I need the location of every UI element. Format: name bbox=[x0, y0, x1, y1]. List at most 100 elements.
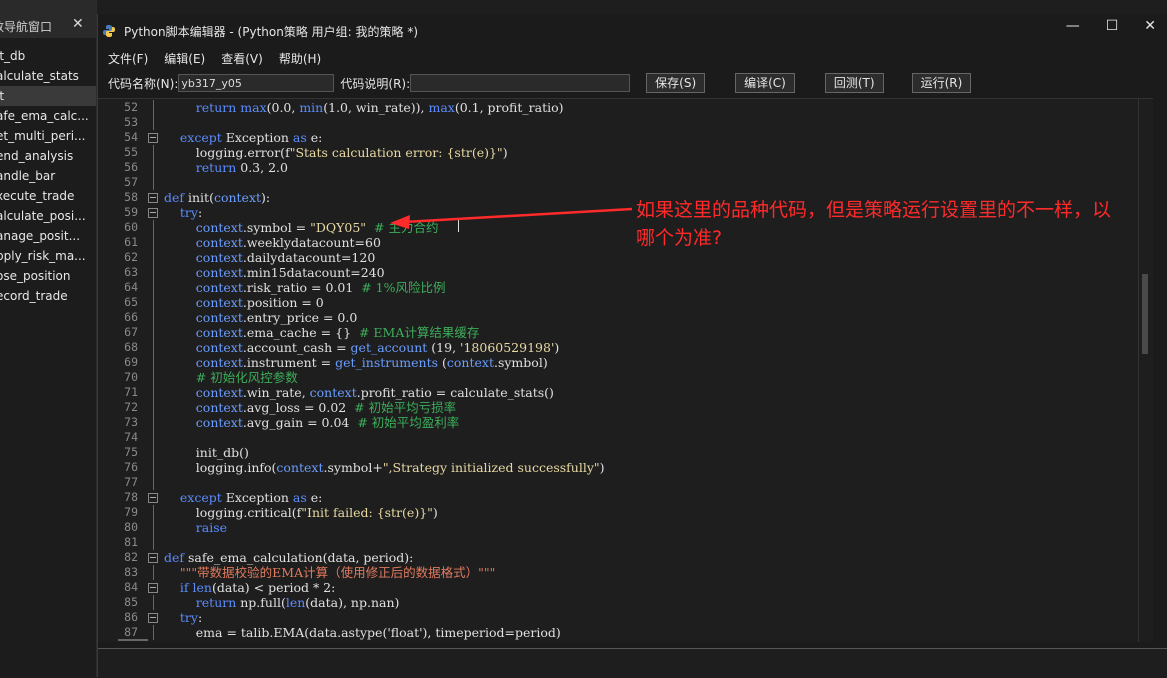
code-desc-label: 代码说明(R): bbox=[340, 76, 411, 91]
code-text: context.symbol = "DQY05" # 主力合约 bbox=[195, 220, 439, 235]
scrollbar-thumb[interactable] bbox=[1142, 274, 1148, 354]
menu-help[interactable]: 帮助(H) bbox=[279, 50, 321, 67]
code-text: if len(data) < period * 2: bbox=[179, 580, 336, 595]
fold-guide bbox=[153, 235, 154, 250]
code-name-label: 代码名称(N): bbox=[108, 76, 179, 91]
code-line[interactable]: 70 # 初始化风控参数 bbox=[98, 370, 1138, 385]
code-line[interactable]: 56 return 0.3, 2.0 bbox=[98, 160, 1138, 175]
function-list-item[interactable]: pply_risk_ma... bbox=[0, 246, 96, 266]
code-text: return 0.3, 2.0 bbox=[195, 160, 288, 175]
line-number: 54 bbox=[124, 130, 138, 144]
code-line[interactable]: 82 def safe_ema_calculation(data, period)… bbox=[98, 550, 1138, 565]
function-list-item[interactable]: xecute_trade bbox=[0, 186, 96, 206]
line-number: 56 bbox=[124, 160, 138, 174]
code-line[interactable]: 67 context.ema_cache = {} # EMA计算结果缓存 bbox=[98, 325, 1138, 340]
menu-file[interactable]: 文件(F) bbox=[108, 50, 148, 67]
function-list-item[interactable]: it bbox=[0, 86, 96, 106]
code-line[interactable]: 71 context.win_rate, context.profit_rati… bbox=[98, 385, 1138, 400]
function-list-item[interactable]: anage_posit... bbox=[0, 226, 96, 246]
fold-toggle-icon[interactable] bbox=[148, 193, 158, 203]
menu-view[interactable]: 查看(V) bbox=[221, 50, 263, 67]
code-line[interactable]: 63 context.min15datacount=240 bbox=[98, 265, 1138, 280]
code-text: try: bbox=[179, 610, 203, 625]
line-number: 73 bbox=[124, 415, 138, 429]
code-text: try: bbox=[179, 205, 203, 220]
code-line[interactable]: 57 bbox=[98, 175, 1138, 190]
fold-toggle-icon[interactable] bbox=[148, 208, 158, 218]
close-icon[interactable]: ✕ bbox=[1144, 18, 1156, 34]
function-list-item[interactable]: end_analysis bbox=[0, 146, 96, 166]
fold-guide bbox=[153, 625, 154, 640]
code-line[interactable]: 64 context.risk_ratio = 0.01 # 1%风险比例 bbox=[98, 280, 1138, 295]
fold-guide bbox=[153, 325, 154, 340]
code-line[interactable]: 52 return max(0.0, min(1.0, win_rate)), … bbox=[98, 100, 1138, 115]
maximize-icon[interactable]: ☐ bbox=[1106, 18, 1119, 34]
backtest-button[interactable]: 回测(T) bbox=[824, 73, 884, 93]
fold-guide bbox=[153, 265, 154, 280]
code-line[interactable]: 83 """带数据校验的EMA计算（使用修正后的数据格式）""" bbox=[98, 565, 1138, 580]
code-text: context.ema_cache = {} # EMA计算结果缓存 bbox=[195, 325, 480, 340]
vertical-scrollbar[interactable] bbox=[1138, 99, 1153, 642]
toolbar: 代码名称(N): 代码说明(R): 保存(S) 编译(C) 回测(T) 运行(R… bbox=[98, 68, 1167, 98]
code-line[interactable]: 84 if len(data) < period * 2: bbox=[98, 580, 1138, 595]
fold-toggle-icon[interactable] bbox=[148, 613, 158, 623]
fold-toggle-icon[interactable] bbox=[148, 583, 158, 593]
navigator-close-icon[interactable]: ✕ bbox=[72, 16, 84, 32]
code-line[interactable]: 87 ema = talib.EMA(data.astype('float'),… bbox=[98, 625, 1138, 640]
code-line[interactable]: 62 context.dailydatacount=120 bbox=[98, 250, 1138, 265]
code-text: def safe_ema_calculation(data, period): bbox=[164, 550, 414, 565]
code-desc-input[interactable] bbox=[410, 74, 631, 92]
function-list-item[interactable]: afe_ema_calc... bbox=[0, 106, 96, 126]
code-editor[interactable]: 52 return max(0.0, min(1.0, win_rate)), … bbox=[98, 98, 1153, 642]
code-line[interactable]: 75 init_db() bbox=[98, 445, 1138, 460]
fold-toggle-icon[interactable] bbox=[148, 493, 158, 503]
run-button[interactable]: 运行(R) bbox=[911, 73, 972, 93]
fold-guide bbox=[153, 145, 154, 160]
code-text: context.dailydatacount=120 bbox=[195, 250, 376, 265]
code-line[interactable]: 76 logging.info(context.symbol+",Strateg… bbox=[98, 460, 1138, 475]
code-line[interactable]: 80 raise bbox=[98, 520, 1138, 535]
fold-guide bbox=[153, 370, 154, 385]
code-line[interactable]: 79 logging.critical(f"Init failed: {str(… bbox=[98, 505, 1138, 520]
code-line[interactable]: 66 context.entry_price = 0.0 bbox=[98, 310, 1138, 325]
menu-bar: 文件(F) 编辑(E) 查看(V) 帮助(H) bbox=[98, 48, 1167, 68]
code-line[interactable]: 81 bbox=[98, 535, 1138, 550]
code-line[interactable]: 68 context.account_cash = get_account (1… bbox=[98, 340, 1138, 355]
line-number: 63 bbox=[124, 265, 138, 279]
python-editor-window: Python脚本编辑器 - (Python策略 用户组: 我的策略 *) — ☐… bbox=[97, 14, 1167, 678]
menu-edit[interactable]: 编辑(E) bbox=[164, 50, 205, 67]
fold-guide bbox=[153, 400, 154, 415]
fold-toggle-icon[interactable] bbox=[148, 133, 158, 143]
code-line[interactable]: 54 except Exception as e: bbox=[98, 130, 1138, 145]
code-line[interactable]: 69 context.instrument = get_instruments … bbox=[98, 355, 1138, 370]
function-list-item[interactable]: ose_position bbox=[0, 266, 96, 286]
function-list-item[interactable]: alculate_stats bbox=[0, 66, 96, 86]
compile-button[interactable]: 编译(C) bbox=[735, 73, 795, 93]
code-line[interactable]: 77 bbox=[98, 475, 1138, 490]
function-list-item[interactable]: ecord_trade bbox=[0, 286, 96, 306]
code-line[interactable]: 85 return np.full(len(data), np.nan) bbox=[98, 595, 1138, 610]
code-line[interactable]: 55 logging.error(f"Stats calculation err… bbox=[98, 145, 1138, 160]
line-number: 87 bbox=[124, 625, 138, 639]
fold-toggle-icon[interactable] bbox=[148, 553, 158, 563]
code-line[interactable]: 74 bbox=[98, 430, 1138, 445]
fold-guide bbox=[153, 565, 154, 580]
line-number: 71 bbox=[124, 385, 138, 399]
code-line[interactable]: 65 context.position = 0 bbox=[98, 295, 1138, 310]
code-line[interactable]: 72 context.avg_loss = 0.02 # 初始平均亏损率 bbox=[98, 400, 1138, 415]
code-line[interactable]: 73 context.avg_gain = 0.04 # 初始平均盈利率 bbox=[98, 415, 1138, 430]
fold-guide bbox=[153, 280, 154, 295]
code-name-input[interactable] bbox=[178, 74, 335, 92]
minimize-icon[interactable]: — bbox=[1066, 18, 1080, 34]
code-line[interactable]: 86 try: bbox=[98, 610, 1138, 625]
line-number: 53 bbox=[124, 115, 138, 129]
function-list-item[interactable]: it_db bbox=[0, 46, 96, 66]
function-list-item[interactable]: alculate_posi... bbox=[0, 206, 96, 226]
function-list-item[interactable]: andle_bar bbox=[0, 166, 96, 186]
code-text: context.position = 0 bbox=[195, 295, 324, 310]
save-button[interactable]: 保存(S) bbox=[646, 73, 706, 93]
function-list-item[interactable]: et_multi_peri... bbox=[0, 126, 96, 146]
code-line[interactable]: 53 bbox=[98, 115, 1138, 130]
code-line[interactable]: 78 except Exception as e: bbox=[98, 490, 1138, 505]
line-number: 61 bbox=[124, 235, 138, 249]
